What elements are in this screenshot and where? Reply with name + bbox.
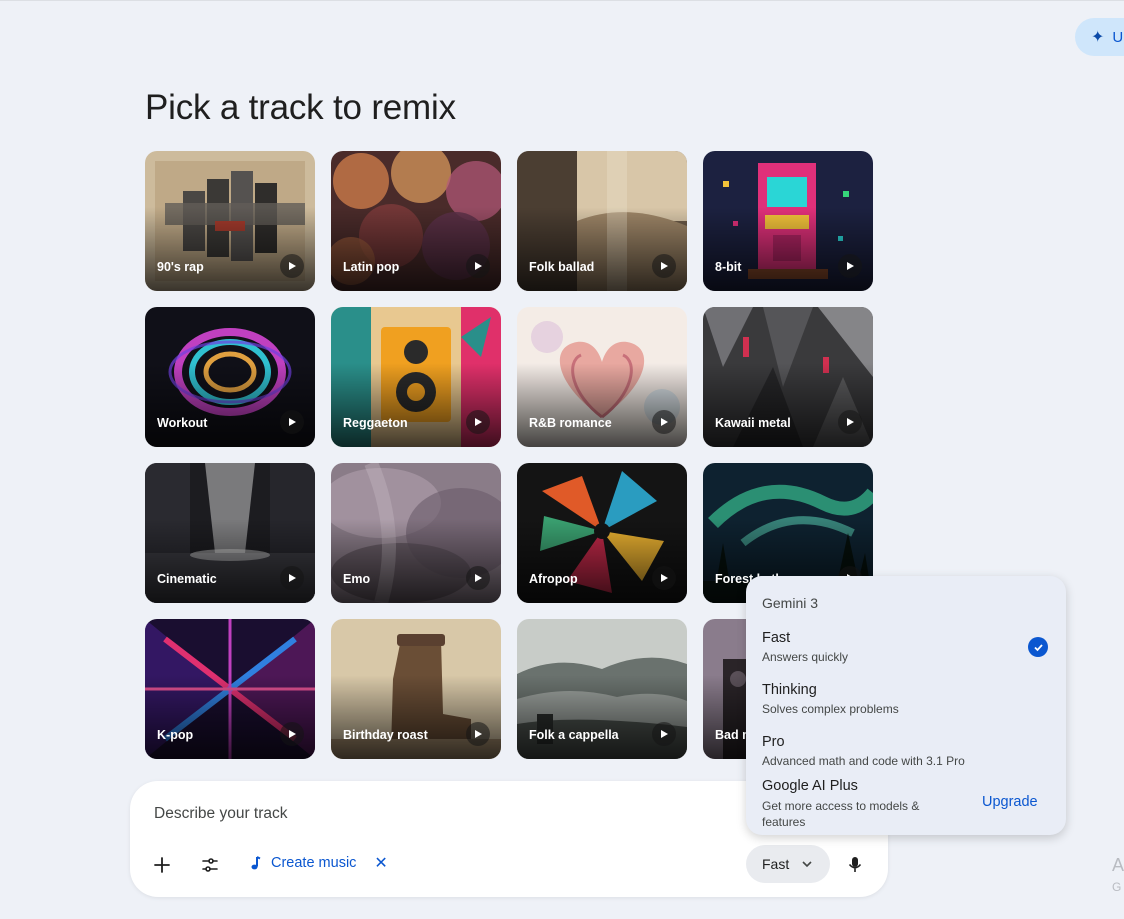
menu-option-fast[interactable]: Fast Answers quickly [762, 630, 848, 664]
card-shade [331, 363, 501, 447]
track-label: Cinematic [157, 572, 217, 586]
play-icon[interactable] [838, 410, 862, 434]
upgrade-label: U [1112, 28, 1124, 46]
track-label: Latin pop [343, 260, 400, 274]
card-shade [145, 207, 315, 291]
option-title: Pro [762, 734, 785, 750]
card-shade [703, 207, 873, 291]
microphone-button[interactable] [840, 850, 870, 880]
track-label: Folk a cappella [529, 728, 619, 742]
microphone-icon [848, 857, 862, 872]
card-shade [331, 675, 501, 759]
card-shade [145, 675, 315, 759]
play-icon[interactable] [466, 254, 490, 278]
option-title: Fast [762, 630, 791, 646]
track-label: K-pop [157, 728, 194, 742]
option-subtitle: Get more access to models & features [762, 799, 920, 829]
play-icon[interactable] [652, 410, 676, 434]
track-label: Workout [157, 416, 208, 430]
plus-icon [154, 857, 170, 873]
track-card-reggaeton[interactable]: Reggaeton [331, 307, 501, 447]
card-shade [331, 519, 501, 603]
play-icon[interactable] [652, 722, 676, 746]
model-selector-button[interactable]: Fast [746, 845, 830, 883]
track-label: R&B romance [529, 416, 612, 430]
play-icon[interactable] [280, 254, 304, 278]
chevron-down-icon [802, 861, 812, 868]
tools-button[interactable] [195, 850, 225, 880]
track-label: Reggaeton [343, 416, 408, 430]
upgrade-button[interactable]: ✦ U [1075, 18, 1124, 56]
track-label: Folk ballad [529, 260, 595, 274]
track-card-kawaii-metal[interactable]: Kawaii metal [703, 307, 873, 447]
top-divider [0, 0, 1124, 1]
check-icon [1028, 637, 1048, 657]
track-card-emo[interactable]: Emo [331, 463, 501, 603]
track-label: 90's rap [157, 260, 204, 274]
menu-option-google-ai-plus[interactable]: Google AI Plus Get more access to models… [762, 778, 952, 830]
track-label: 8-bit [715, 260, 742, 274]
option-subtitle: Answers quickly [762, 650, 849, 664]
play-icon[interactable] [280, 722, 304, 746]
track-card-afropop[interactable]: Afropop [517, 463, 687, 603]
track-card-8-bit[interactable]: 8-bit [703, 151, 873, 291]
play-icon[interactable] [466, 722, 490, 746]
menu-option-thinking[interactable]: Thinking Solves complex problems [762, 682, 899, 716]
option-subtitle: Advanced math and code with 3.1 Pro [762, 754, 965, 768]
track-card-folk-a-cappella[interactable]: Folk a cappella [517, 619, 687, 759]
edge-text-g: G [1112, 880, 1122, 894]
option-title: Google AI Plus [762, 778, 858, 794]
add-button[interactable] [147, 850, 177, 880]
close-icon[interactable]: ✕ [374, 853, 387, 873]
play-icon[interactable] [652, 566, 676, 590]
chip-label: Create music [271, 855, 357, 871]
track-label: Kawaii metal [715, 416, 791, 430]
card-shade [145, 519, 315, 603]
menu-option-pro[interactable]: Pro Advanced math and code with 3.1 Pro [762, 734, 965, 768]
create-music-chip[interactable]: Create music ✕ [247, 853, 388, 873]
track-card-90s-rap[interactable]: 90's rap [145, 151, 315, 291]
track-card-birthday-roast[interactable]: Birthday roast [331, 619, 501, 759]
play-icon[interactable] [280, 410, 304, 434]
card-shade [517, 675, 687, 759]
model-selector-label: Fast [762, 856, 790, 872]
track-label: Afropop [529, 572, 578, 586]
page-title: Pick a track to remix [145, 88, 456, 127]
music-note-icon [251, 856, 261, 870]
track-card-workout[interactable]: Workout [145, 307, 315, 447]
card-shade [517, 363, 687, 447]
play-icon[interactable] [280, 566, 304, 590]
track-label: Emo [343, 572, 371, 586]
play-icon[interactable] [466, 566, 490, 590]
tune-icon [202, 858, 218, 872]
track-card-latin-pop[interactable]: Latin pop [331, 151, 501, 291]
card-shade [703, 363, 873, 447]
sparkle-icon: ✦ [1091, 29, 1105, 46]
play-icon[interactable] [838, 254, 862, 278]
option-title: Thinking [762, 682, 817, 698]
card-shade [517, 207, 687, 291]
play-icon[interactable] [466, 410, 490, 434]
upgrade-link[interactable]: Upgrade [982, 794, 1038, 810]
edge-text-a: A [1112, 855, 1124, 875]
menu-header: Gemini 3 [762, 595, 819, 611]
track-card-k-pop[interactable]: K-pop [145, 619, 315, 759]
card-shade [517, 519, 687, 603]
track-label: Birthday roast [343, 728, 428, 742]
track-card-folk-ballad[interactable]: Folk ballad [517, 151, 687, 291]
prompt-input[interactable]: Describe your track [154, 805, 288, 823]
card-shade [145, 363, 315, 447]
card-shade [331, 207, 501, 291]
model-menu: Gemini 3 Fast Answers quickly Thinking S… [746, 576, 1066, 835]
track-card-cinematic[interactable]: Cinematic [145, 463, 315, 603]
track-card-rnb-romance[interactable]: R&B romance [517, 307, 687, 447]
play-icon[interactable] [652, 254, 676, 278]
option-subtitle: Solves complex problems [762, 702, 899, 716]
